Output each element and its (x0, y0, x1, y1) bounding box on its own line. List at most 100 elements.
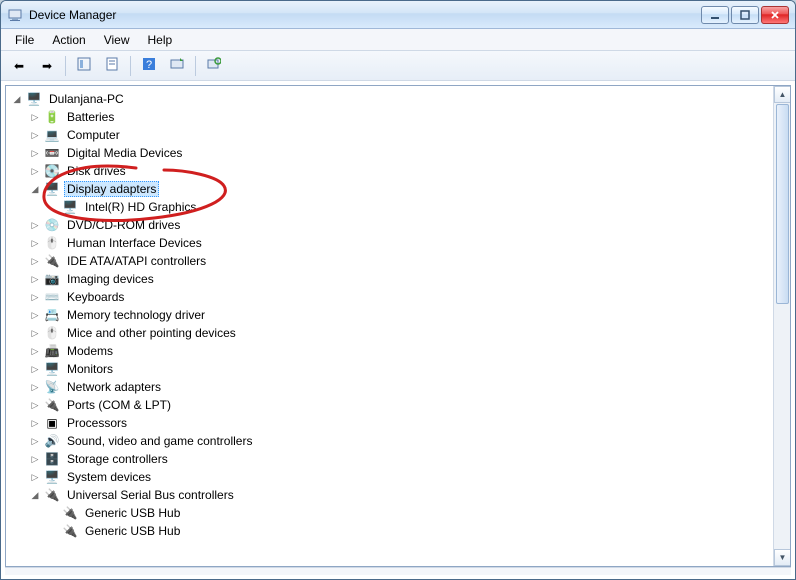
expand-icon[interactable]: ▷ (28, 470, 42, 484)
toolbar-sep (195, 56, 196, 76)
device-icon: 🔌 (62, 505, 78, 521)
scan-button[interactable] (165, 55, 189, 77)
expand-icon[interactable]: ▷ (28, 434, 42, 448)
device-icon: 🔌 (62, 523, 78, 539)
expand-icon[interactable]: ▷ (28, 308, 42, 322)
help-button[interactable]: ? (137, 55, 161, 77)
tree-device[interactable]: 🔌Generic USB Hub (10, 522, 773, 540)
back-button[interactable]: ⬅ (7, 55, 31, 77)
show-hide-tree-button[interactable] (72, 55, 96, 77)
close-button[interactable] (761, 6, 789, 24)
tree-category[interactable]: ▷🖱️Mice and other pointing devices (10, 324, 773, 342)
content-area: ◢🖥️Dulanjana-PC▷🔋Batteries▷💻Computer▷📼Di… (1, 81, 795, 579)
tree-category[interactable]: ▷🔌IDE ATA/ATAPI controllers (10, 252, 773, 270)
tree-device[interactable]: 🖥️Intel(R) HD Graphics (10, 198, 773, 216)
expand-icon[interactable]: ▷ (28, 290, 42, 304)
tree-item-label: Sound, video and game controllers (64, 433, 255, 449)
tree-item-label: Monitors (64, 361, 116, 377)
tree-category[interactable]: ▷🔊Sound, video and game controllers (10, 432, 773, 450)
tree-item-label: Generic USB Hub (82, 505, 183, 521)
device-category-icon: 💻 (44, 127, 60, 143)
window-title: Device Manager (29, 8, 116, 22)
tree-category[interactable]: ▷🖥️System devices (10, 468, 773, 486)
expand-icon[interactable]: ▷ (28, 416, 42, 430)
minimize-button[interactable] (701, 6, 729, 24)
vertical-scrollbar[interactable]: ▲ ▼ (773, 86, 790, 566)
expand-icon[interactable]: ▷ (28, 164, 42, 178)
tree-root[interactable]: ◢🖥️Dulanjana-PC (10, 90, 773, 108)
tree-item-label: Memory technology driver (64, 307, 208, 323)
menubar: File Action View Help (1, 29, 795, 51)
tree-item-label: Universal Serial Bus controllers (64, 487, 237, 503)
menu-action[interactable]: Action (44, 31, 93, 49)
expand-icon[interactable]: ▷ (28, 110, 42, 124)
titlebar[interactable]: Device Manager (1, 1, 795, 29)
tree-category[interactable]: ▷📷Imaging devices (10, 270, 773, 288)
device-tree[interactable]: ◢🖥️Dulanjana-PC▷🔋Batteries▷💻Computer▷📼Di… (6, 86, 773, 566)
tree-category[interactable]: ▷📠Modems (10, 342, 773, 360)
tree-category[interactable]: ▷🖥️Monitors (10, 360, 773, 378)
properties-icon (105, 57, 119, 74)
tree-item-label: DVD/CD-ROM drives (64, 217, 183, 233)
device-category-icon: 💽 (44, 163, 60, 179)
app-icon (7, 7, 23, 23)
tree-category[interactable]: ▷▣Processors (10, 414, 773, 432)
tree-icon (77, 57, 91, 74)
arrow-left-icon: ⬅ (14, 59, 24, 73)
svg-text:?: ? (146, 59, 152, 71)
collapse-icon[interactable]: ◢ (28, 182, 42, 196)
tree-pane: ◢🖥️Dulanjana-PC▷🔋Batteries▷💻Computer▷📼Di… (5, 85, 791, 567)
tree-category[interactable]: ◢🖥️Display adapters (10, 180, 773, 198)
expand-icon[interactable]: ▷ (28, 452, 42, 466)
expand-icon[interactable]: ▷ (28, 254, 42, 268)
maximize-button[interactable] (731, 6, 759, 24)
forward-button[interactable]: ➡ (35, 55, 59, 77)
menu-help[interactable]: Help (140, 31, 181, 49)
device-category-icon: 📠 (44, 343, 60, 359)
device-category-icon: 🔊 (44, 433, 60, 449)
no-expand-icon (46, 524, 60, 538)
tree-item-label: Network adapters (64, 379, 164, 395)
expand-icon[interactable]: ▷ (28, 146, 42, 160)
collapse-icon[interactable]: ◢ (10, 92, 24, 106)
tree-category[interactable]: ▷⌨️Keyboards (10, 288, 773, 306)
device-icon: 🖥️ (62, 199, 78, 215)
tree-category[interactable]: ▷💽Disk drives (10, 162, 773, 180)
tree-item-label: Intel(R) HD Graphics (82, 199, 199, 215)
tree-category[interactable]: ▷🔋Batteries (10, 108, 773, 126)
expand-icon[interactable]: ▷ (28, 380, 42, 394)
tree-category[interactable]: ▷🔌Ports (COM & LPT) (10, 396, 773, 414)
expand-icon[interactable]: ▷ (28, 344, 42, 358)
tree-category[interactable]: ▷🖱️Human Interface Devices (10, 234, 773, 252)
scan-hardware-button[interactable] (202, 55, 226, 77)
tree-category[interactable]: ◢🔌Universal Serial Bus controllers (10, 486, 773, 504)
collapse-icon[interactable]: ◢ (28, 488, 42, 502)
device-category-icon: 💿 (44, 217, 60, 233)
tree-category[interactable]: ▷💿DVD/CD-ROM drives (10, 216, 773, 234)
tree-category[interactable]: ▷💻Computer (10, 126, 773, 144)
tree-category[interactable]: ▷📡Network adapters (10, 378, 773, 396)
tree-device[interactable]: 🔌Generic USB Hub (10, 504, 773, 522)
scroll-down-button[interactable]: ▼ (774, 549, 791, 566)
tree-category[interactable]: ▷🗄️Storage controllers (10, 450, 773, 468)
menu-view[interactable]: View (96, 31, 138, 49)
tree-item-label: Human Interface Devices (64, 235, 205, 251)
tree-category[interactable]: ▷📇Memory technology driver (10, 306, 773, 324)
expand-icon[interactable]: ▷ (28, 272, 42, 286)
arrow-right-icon: ➡ (42, 59, 52, 73)
tree-category[interactable]: ▷📼Digital Media Devices (10, 144, 773, 162)
menu-file[interactable]: File (7, 31, 42, 49)
expand-icon[interactable]: ▷ (28, 218, 42, 232)
tree-item-label: Storage controllers (64, 451, 171, 467)
scroll-up-button[interactable]: ▲ (774, 86, 791, 103)
window-frame: Device Manager File Action View Help ⬅ ➡… (0, 0, 796, 580)
expand-icon[interactable]: ▷ (28, 398, 42, 412)
tree-item-label: Generic USB Hub (82, 523, 183, 539)
scan-icon (170, 57, 184, 74)
expand-icon[interactable]: ▷ (28, 326, 42, 340)
properties-button[interactable] (100, 55, 124, 77)
expand-icon[interactable]: ▷ (28, 362, 42, 376)
expand-icon[interactable]: ▷ (28, 236, 42, 250)
expand-icon[interactable]: ▷ (28, 128, 42, 142)
scroll-thumb[interactable] (776, 104, 789, 304)
